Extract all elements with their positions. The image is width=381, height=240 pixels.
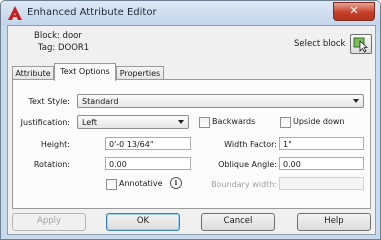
- height-field[interactable]: 0'-0 13/64": [105, 137, 191, 150]
- chevron-down-icon: [178, 120, 184, 124]
- text-options-panel: Text Style: Standard Justification: Left…: [12, 79, 371, 209]
- upside-down-label: Upside down: [293, 117, 345, 126]
- boundary-width-label: Boundary width:: [211, 180, 277, 189]
- chevron-down-icon: [353, 99, 359, 103]
- cancel-button[interactable]: Cancel: [201, 213, 275, 231]
- help-button[interactable]: Help: [297, 213, 371, 231]
- tab-text-options[interactable]: Text Options: [54, 63, 116, 81]
- width-factor-label: Width Factor:: [224, 140, 277, 149]
- tab-properties[interactable]: Properties: [116, 66, 164, 80]
- autocad-a-icon: [8, 6, 22, 20]
- backwards-checkbox[interactable]: [199, 117, 210, 128]
- apply-button-label: Apply: [37, 216, 61, 226]
- close-button[interactable]: ✕: [333, 2, 375, 21]
- annotative-checkbox[interactable]: [106, 179, 117, 190]
- block-name-label: Block: door: [34, 31, 82, 41]
- height-value: 0'-0 13/64": [109, 140, 154, 149]
- tab-label: Text Options: [60, 67, 110, 76]
- tab-label: Properties: [119, 69, 161, 78]
- oblique-angle-value: 0.00: [283, 160, 301, 169]
- rotation-field[interactable]: 0.00: [105, 157, 191, 170]
- tab-attribute[interactable]: Attribute: [12, 66, 54, 80]
- oblique-angle-field[interactable]: 0.00: [279, 157, 364, 170]
- ok-button[interactable]: OK: [106, 213, 180, 231]
- oblique-angle-label: Oblique Angle:: [218, 160, 277, 169]
- ok-button-label: OK: [136, 216, 150, 226]
- select-block-cursor-icon: [353, 37, 369, 53]
- close-icon: ✕: [349, 4, 359, 17]
- help-button-label: Help: [324, 216, 344, 226]
- select-block-button[interactable]: [350, 34, 372, 54]
- info-icon[interactable]: i: [170, 177, 182, 189]
- tab-label: Attribute: [15, 69, 51, 78]
- apply-button[interactable]: Apply: [12, 213, 86, 231]
- justification-dropdown[interactable]: Left: [77, 115, 189, 129]
- rotation-label: Rotation:: [33, 160, 70, 169]
- width-factor-field[interactable]: 1": [279, 137, 364, 150]
- annotative-label: Annotative: [119, 179, 163, 188]
- height-label: Height:: [40, 140, 70, 149]
- upside-down-checkbox[interactable]: [280, 117, 291, 128]
- dialog-client-area: Block: door Tag: DOOR1 Select block Attr…: [7, 25, 376, 235]
- enhanced-attribute-editor-dialog: Enhanced Attribute Editor ✕ Block: door …: [0, 0, 381, 240]
- select-block-label: Select block: [294, 39, 346, 49]
- justification-label: Justification:: [20, 118, 70, 127]
- text-style-label: Text Style:: [28, 97, 70, 106]
- rotation-value: 0.00: [109, 160, 127, 169]
- text-style-dropdown[interactable]: Standard: [77, 94, 364, 108]
- cancel-button-label: Cancel: [223, 216, 253, 226]
- boundary-width-field[interactable]: [279, 177, 364, 190]
- text-style-value: Standard: [82, 97, 119, 106]
- width-factor-value: 1": [283, 140, 292, 149]
- tag-name-label: Tag: DOOR1: [38, 43, 90, 53]
- title-bar: Enhanced Attribute Editor ✕: [1, 1, 380, 25]
- justification-value: Left: [82, 118, 98, 127]
- window-title: Enhanced Attribute Editor: [27, 7, 157, 18]
- backwards-label: Backwards: [212, 117, 256, 126]
